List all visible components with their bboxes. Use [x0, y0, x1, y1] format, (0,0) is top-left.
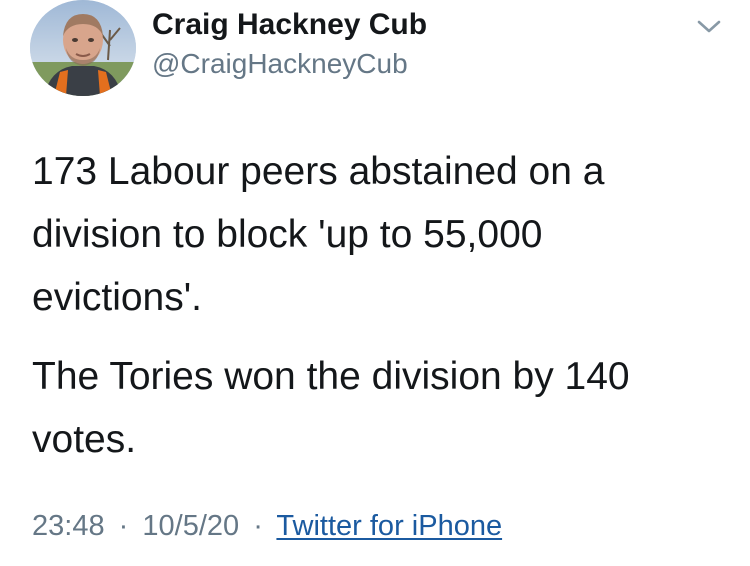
display-name[interactable]: Craig Hackney Cub — [152, 8, 427, 42]
tweet-line: 173 Labour peers abstained on a — [32, 150, 605, 193]
tweet-line: The Tories won the division by 140 — [32, 355, 630, 398]
tweet-card: Craig Hackney Cub @CraigHackneyCub 173 L… — [0, 0, 750, 566]
tweet-line: division to block 'up to 55,000 — [32, 213, 543, 256]
avatar[interactable] — [30, 0, 136, 96]
tweet-meta: 23:48 · 10/5/20 · Twitter for iPhone — [32, 510, 502, 543]
tweet-time[interactable]: 23:48 — [32, 510, 105, 542]
tweet-line: evictions'. — [32, 276, 203, 319]
profile-photo-icon — [30, 0, 136, 96]
tweet-text: 173 Labour peers abstained on a division… — [32, 140, 732, 471]
more-options-button[interactable] — [692, 14, 726, 40]
user-handle[interactable]: @CraigHackneyCub — [152, 48, 408, 80]
tweet-line: votes. — [32, 418, 137, 461]
tweet-source-link[interactable]: Twitter for iPhone — [276, 510, 502, 542]
chevron-down-icon — [697, 20, 721, 33]
meta-separator: · — [118, 510, 129, 542]
meta-separator: · — [253, 510, 263, 542]
tweet-date[interactable]: 10/5/20 — [142, 510, 239, 542]
